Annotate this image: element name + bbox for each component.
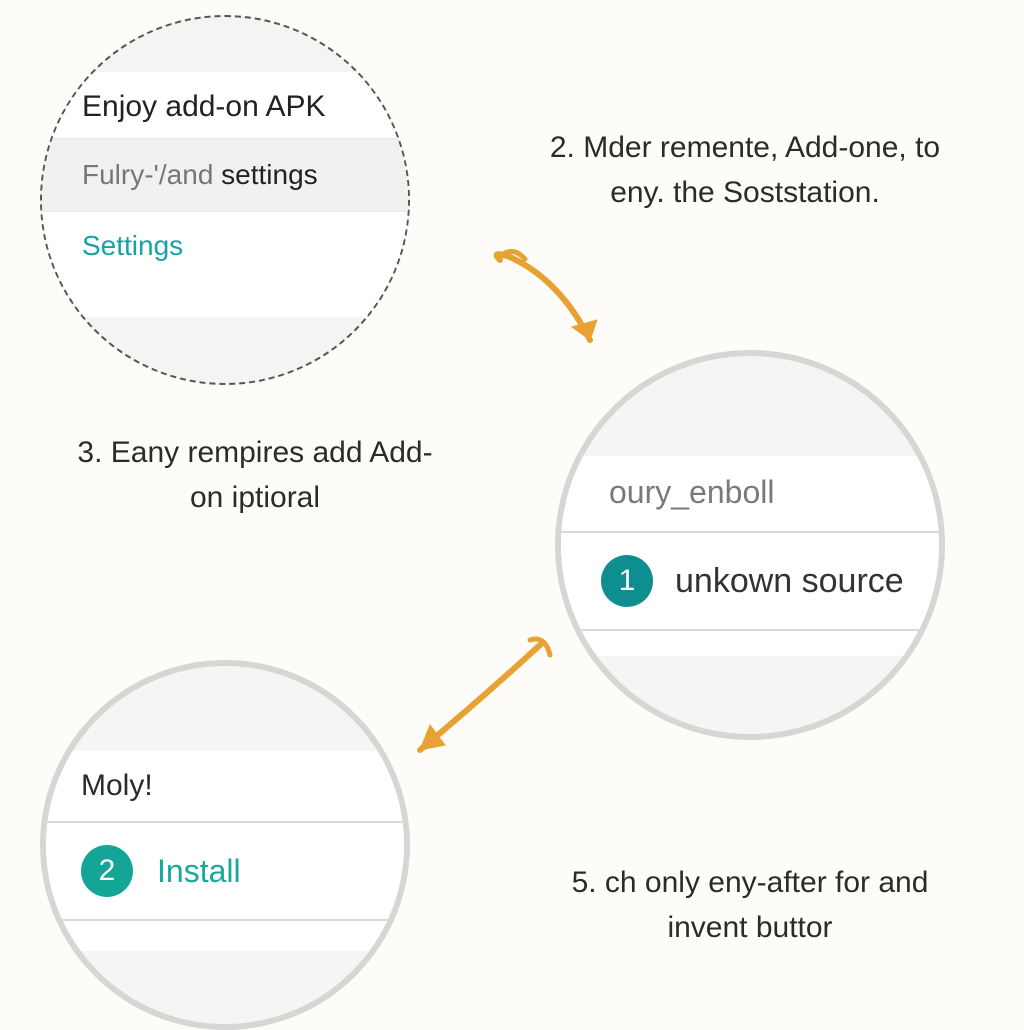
bubble3-header: Moly! bbox=[46, 751, 404, 823]
bubble2-panel: oury_enboll 1 unkown source bbox=[561, 456, 939, 656]
install-row[interactable]: 2 Install bbox=[46, 823, 404, 921]
step-bubble-3: Moly! 2 Install bbox=[40, 660, 410, 1030]
bubble3-panel: Moly! 2 Install bbox=[46, 751, 404, 951]
bubble1-row2-main: settings bbox=[221, 159, 318, 190]
caption-step-3: 3. Eany rempires add Add-on iptioral bbox=[65, 430, 445, 520]
settings-link[interactable]: Settings bbox=[42, 212, 408, 282]
caption-step-5: 5. ch only eny-after for and invent butt… bbox=[530, 860, 970, 950]
unknown-source-row[interactable]: 1 unkown source bbox=[561, 533, 939, 631]
arrow-icon-1 bbox=[480, 245, 620, 375]
step-badge-1: 1 bbox=[601, 555, 653, 607]
bubble1-title: Enjoy add-on APK bbox=[42, 72, 408, 138]
arrow-icon-2 bbox=[390, 630, 560, 780]
bubble1-row2-prefix: Fulry-'/and bbox=[82, 159, 221, 190]
step-bubble-2: oury_enboll 1 unkown source bbox=[555, 350, 945, 740]
unknown-source-label: unkown source bbox=[675, 562, 904, 601]
bubble1-panel: Enjoy add-on APK Fulry-'/and settings Se… bbox=[42, 72, 408, 317]
install-label: Install bbox=[157, 853, 241, 890]
step-bubble-1: Enjoy add-on APK Fulry-'/and settings Se… bbox=[40, 15, 410, 385]
step-badge-2: 2 bbox=[81, 845, 133, 897]
bubble2-header: oury_enboll bbox=[561, 456, 939, 533]
caption-step-2: 2. Mder remente, Add-one, to eny. the So… bbox=[525, 125, 965, 215]
bubble1-settings-row[interactable]: Fulry-'/and settings bbox=[42, 138, 408, 212]
